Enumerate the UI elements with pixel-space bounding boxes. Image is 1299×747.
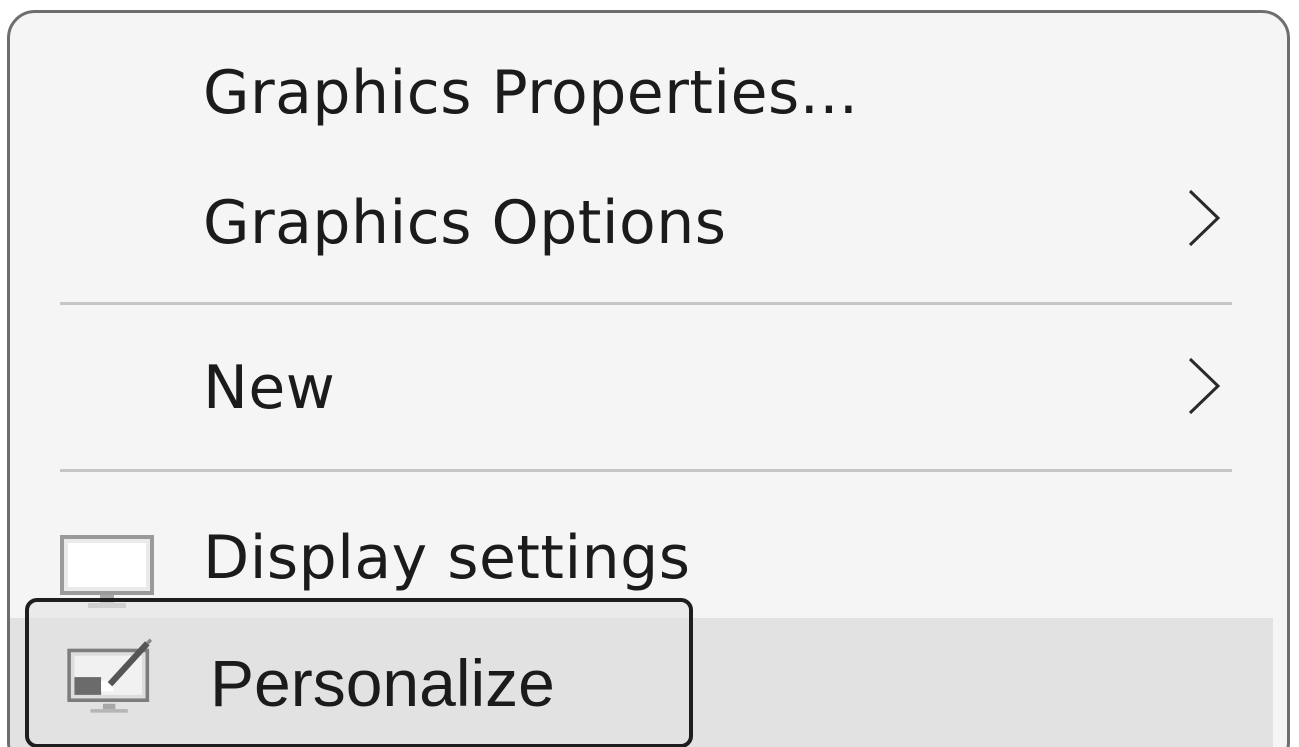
menu-item-personalize[interactable]: Personalize <box>10 603 1287 747</box>
menu-item-graphics-options[interactable]: Graphics Options <box>10 163 1287 303</box>
chevron-right-icon <box>1188 189 1221 247</box>
menu-item-graphics-properties[interactable]: Graphics Properties... <box>10 13 1287 163</box>
menu-separator <box>60 469 1232 472</box>
menu-item-new[interactable]: New <box>10 308 1287 468</box>
menu-item-label: New <box>203 353 336 423</box>
menu-item-display-settings[interactable]: Display settings <box>10 478 1287 618</box>
chevron-right-icon <box>1188 357 1221 415</box>
menu-item-label: Graphics Options <box>203 188 727 258</box>
context-menu: Graphics Properties... Graphics Options … <box>7 10 1290 747</box>
menu-separator <box>60 302 1232 305</box>
personalize-icon <box>67 638 153 713</box>
menu-item-label: Personalize <box>210 646 555 720</box>
menu-item-label: Graphics Properties... <box>203 58 859 128</box>
menu-item-label: Display settings <box>203 523 691 593</box>
